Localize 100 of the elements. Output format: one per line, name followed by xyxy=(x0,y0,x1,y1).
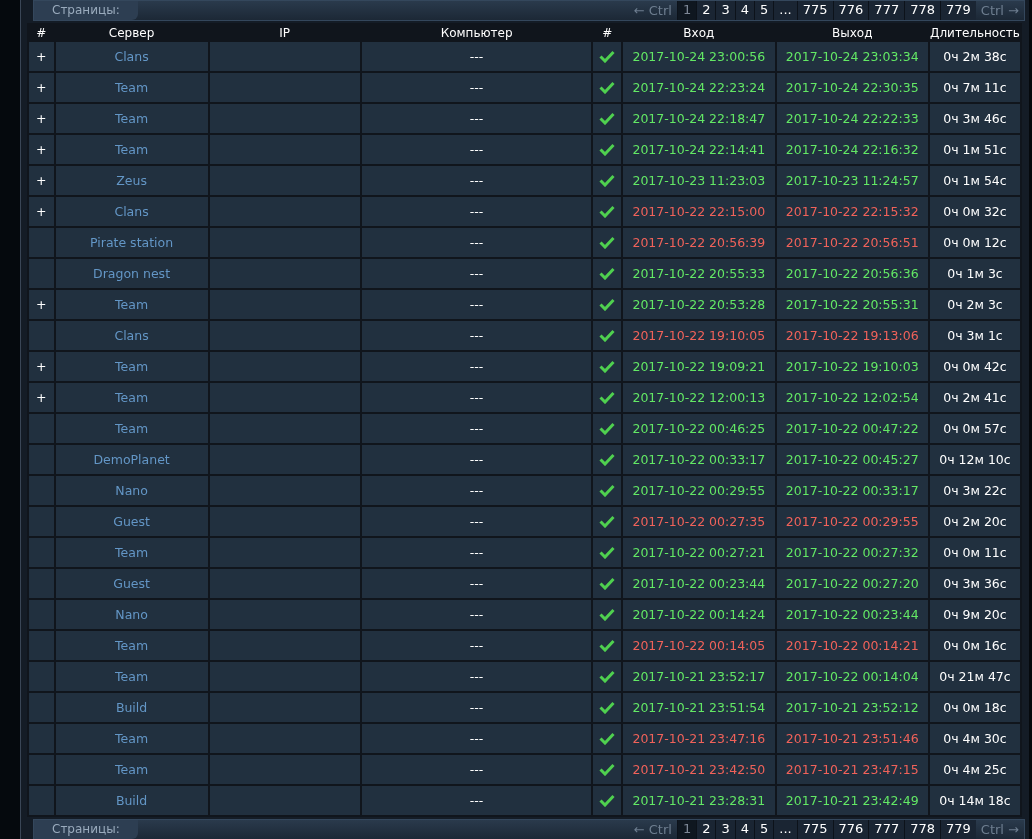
login-time: 2017-10-21 23:28:31 xyxy=(632,793,766,808)
page-link[interactable]: 779 xyxy=(940,820,976,839)
login-time: 2017-10-24 22:23:24 xyxy=(632,80,766,95)
column-header: Сервер xyxy=(108,25,155,40)
server-name: Dragon nest xyxy=(93,266,171,281)
computer-cell: --- xyxy=(469,731,484,746)
page-link[interactable]: ... xyxy=(773,1,797,20)
server-name: Build xyxy=(115,700,148,715)
column-header: Выход xyxy=(832,25,873,40)
page-link[interactable]: 1 xyxy=(676,820,697,839)
login-time: 2017-10-22 22:15:00 xyxy=(632,204,766,219)
logout-time: 2017-10-24 22:22:33 xyxy=(785,111,919,126)
server-name: Pirate station xyxy=(90,235,174,250)
computer-cell: --- xyxy=(469,266,484,281)
logout-time: 2017-10-22 20:56:51 xyxy=(785,235,919,250)
server-name: Team xyxy=(115,390,149,405)
login-time: 2017-10-22 19:09:21 xyxy=(632,359,766,374)
server-name: Team xyxy=(115,669,149,684)
column-header: Длительность xyxy=(930,25,1020,40)
computer-cell: --- xyxy=(469,545,484,560)
page-link[interactable]: 775 xyxy=(796,1,833,20)
logout-time: 2017-10-24 22:30:35 xyxy=(785,80,919,95)
computer-cell: --- xyxy=(469,483,484,498)
page-link[interactable]: 775 xyxy=(796,820,833,839)
page-link[interactable]: 3 xyxy=(715,1,735,20)
logout-time: 2017-10-22 00:29:55 xyxy=(785,514,919,529)
logout-time: 2017-10-22 00:27:32 xyxy=(785,545,919,560)
pages-label: Страницы: xyxy=(34,1,138,20)
login-time: 2017-10-22 00:14:05 xyxy=(632,638,766,653)
computer-cell: --- xyxy=(469,669,484,684)
page-link[interactable]: 5 xyxy=(754,820,774,839)
computer-cell: --- xyxy=(469,452,484,467)
duration: 0ч 0м 11с xyxy=(943,545,1007,560)
logout-time: 2017-10-21 23:47:15 xyxy=(785,762,919,777)
server-name: Clans xyxy=(114,49,149,64)
page-link[interactable]: 2 xyxy=(696,820,716,839)
login-time: 2017-10-22 00:27:35 xyxy=(632,514,766,529)
duration: 0ч 0м 42с xyxy=(943,359,1007,374)
logout-time: 2017-10-22 00:33:17 xyxy=(785,483,919,498)
duration: 0ч 0м 18с xyxy=(943,700,1007,715)
logout-time: 2017-10-23 11:24:57 xyxy=(785,173,919,188)
server-name: Team xyxy=(115,297,149,312)
server-name: Build xyxy=(115,793,148,808)
login-time: 2017-10-23 11:23:03 xyxy=(632,173,766,188)
column-header: Вход xyxy=(683,25,715,40)
logout-time: 2017-10-22 19:13:06 xyxy=(785,328,919,343)
page-link[interactable]: ... xyxy=(773,820,797,839)
logout-time: 2017-10-21 23:52:12 xyxy=(785,700,919,715)
server-name: Guest xyxy=(113,514,150,529)
server-name: Guest xyxy=(113,576,150,591)
server-name: Team xyxy=(115,359,149,374)
logout-time: 2017-10-22 12:02:54 xyxy=(785,390,919,405)
page-link[interactable]: 778 xyxy=(904,820,940,839)
page-link[interactable]: 777 xyxy=(868,820,905,839)
page-link[interactable]: 2 xyxy=(696,1,716,20)
duration: 0ч 7м 11с xyxy=(943,80,1007,95)
logout-time: 2017-10-22 00:14:21 xyxy=(785,638,919,653)
server-name: DemoPlanet xyxy=(93,452,170,467)
logout-time: 2017-10-21 23:51:46 xyxy=(785,731,919,746)
login-time: 2017-10-24 22:18:47 xyxy=(632,111,766,126)
server-name: Clans xyxy=(114,204,149,219)
computer-cell: --- xyxy=(469,762,484,777)
server-name: Team xyxy=(115,80,149,95)
logout-time: 2017-10-22 19:10:03 xyxy=(785,359,919,374)
duration: 0ч 2м 3с xyxy=(947,297,1003,312)
server-name: Clans xyxy=(114,328,149,343)
computer-cell: --- xyxy=(469,390,484,405)
duration: 0ч 1м 51с xyxy=(943,142,1007,157)
login-time: 2017-10-22 19:10:05 xyxy=(632,328,766,343)
login-time: 2017-10-24 22:14:41 xyxy=(632,142,766,157)
login-time: 2017-10-24 23:00:56 xyxy=(632,49,766,64)
computer-cell: --- xyxy=(469,204,484,219)
computer-cell: --- xyxy=(469,142,484,157)
logout-time: 2017-10-24 22:16:32 xyxy=(785,142,919,157)
computer-cell: --- xyxy=(469,49,484,64)
server-name: Team xyxy=(115,762,149,777)
duration: 0ч 1м 3с xyxy=(947,266,1003,281)
duration: 0ч 3м 46с xyxy=(943,111,1007,126)
page-link[interactable]: 5 xyxy=(754,1,774,20)
server-name: Team xyxy=(115,545,149,560)
computer-cell: --- xyxy=(469,359,484,374)
login-time: 2017-10-22 00:46:25 xyxy=(632,421,766,436)
page-link[interactable]: 779 xyxy=(940,1,976,20)
duration: 0ч 4м 30с xyxy=(943,731,1007,746)
duration: 0ч 1м 54с xyxy=(943,173,1007,188)
login-time: 2017-10-22 00:33:17 xyxy=(632,452,766,467)
server-name: Team xyxy=(115,638,149,653)
page-link[interactable]: 776 xyxy=(832,1,869,20)
column-header: Компьютер xyxy=(440,25,513,40)
server-name: Team xyxy=(115,731,149,746)
logout-time: 2017-10-21 23:42:49 xyxy=(785,793,919,808)
page-link[interactable]: 776 xyxy=(832,820,869,839)
page-link[interactable]: 778 xyxy=(904,1,940,20)
logout-time: 2017-10-24 23:03:34 xyxy=(785,49,919,64)
page-link[interactable]: 1 xyxy=(676,1,697,20)
logout-time: 2017-10-22 00:14:04 xyxy=(785,669,919,684)
page-link[interactable]: 3 xyxy=(715,820,735,839)
computer-cell: --- xyxy=(469,607,484,622)
column-header: # xyxy=(36,25,47,40)
page-link[interactable]: 777 xyxy=(868,1,905,20)
